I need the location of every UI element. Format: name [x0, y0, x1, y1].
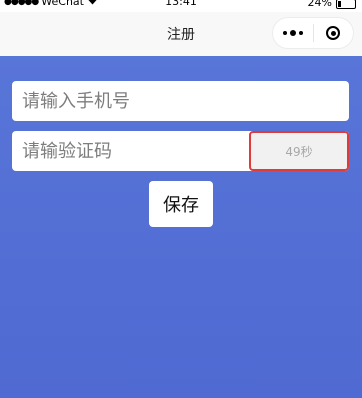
more-icon [282, 30, 303, 36]
status-right: 24% [308, 0, 356, 9]
phone-input[interactable] [12, 81, 349, 121]
navigation-bar: 注册 [0, 12, 362, 56]
mini-program-capsule [272, 17, 354, 49]
code-input-row: 49秒 [12, 131, 349, 171]
more-button[interactable] [273, 18, 313, 48]
close-icon [326, 26, 341, 40]
save-button[interactable]: 保存 [149, 181, 213, 227]
status-bar: ●●●●● WeChat 13:41 24% [0, 0, 362, 12]
countdown-button[interactable]: 49秒 [249, 131, 349, 171]
main-content: 49秒 保存 [0, 56, 362, 398]
verification-code-input[interactable] [12, 131, 248, 171]
close-button[interactable] [314, 18, 354, 48]
battery-percent: 24% [307, 0, 332, 9]
phone-input-row [12, 81, 349, 121]
battery-icon [336, 0, 356, 9]
